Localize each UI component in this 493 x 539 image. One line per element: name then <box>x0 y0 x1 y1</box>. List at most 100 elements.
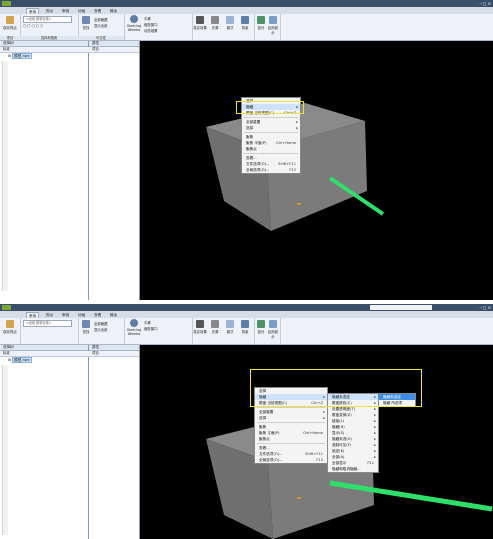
3d-viewport[interactable]: 选择 隐藏 ▸ 覆盖 当前视图(C) Ctrl+Z 全部重置 ▸ 选择 ▸ 聚焦 聚焦 … <box>140 345 493 539</box>
orange-marker <box>297 497 301 499</box>
menu-item-select-sub[interactable]: 选择 ▸ <box>255 415 327 421</box>
steering-wheels-button[interactable]: Steering Wheels <box>125 319 143 336</box>
left-scrollbar[interactable] <box>2 61 8 291</box>
mode-icon <box>226 16 234 24</box>
enable-section-button[interactable]: 启用剖分 <box>267 320 279 339</box>
section-icon <box>257 320 265 328</box>
group-label: 项目 <box>0 36 20 40</box>
group-render: 真实效果 光源 模式 背景 <box>192 318 255 344</box>
save-icon <box>6 320 14 328</box>
background-icon <box>241 320 249 328</box>
section-button[interactable]: 剖分 <box>255 16 267 30</box>
group-navigate: Steering Wheels 平移 缩放窗口 <box>124 318 193 344</box>
hide-all-button[interactable]: 全部隐藏 <box>94 17 108 22</box>
select-tools-row[interactable]: ▢ ▢ ▢ ▢ ▢ <box>23 24 43 28</box>
find-button[interactable]: 查找 <box>80 16 92 30</box>
group-select: <设置 模型标准> ▢ ▢ ▢ ▢ ▢ 选择和搜索 <box>20 14 79 40</box>
selection-tree-panel: 选择树 标准 ⊞ 模型.nwc <box>0 41 91 300</box>
menu-item-select-sub[interactable]: 选择 ▸ <box>242 125 300 131</box>
left-scrollbar[interactable] <box>2 365 8 535</box>
3d-viewport[interactable]: 选择 隐藏 ▸ 覆盖 当前视图(C) Ctrl+Z 全部重置 ▸ 选择 ▸ 聚焦 聚焦 … <box>140 41 493 300</box>
tree-item-model[interactable]: ⊞ 模型.nwc <box>8 53 32 59</box>
window-controls[interactable]: – ▢ ✕ <box>479 1 491 6</box>
find-button[interactable]: 查找 <box>80 320 92 334</box>
lighting-button[interactable]: 光源 <box>208 320 222 334</box>
steering-wheel-icon <box>130 319 138 327</box>
set-dropdown[interactable]: <设置 模型标准> <box>23 320 72 327</box>
figure-icon <box>196 320 204 328</box>
menu-separator <box>244 132 298 133</box>
save-icon <box>6 16 14 24</box>
top-screenshot: – ▢ ✕ 常用 视点 审阅 动画 查看 输出 保存视点 项目 <设置 模型标准… <box>0 0 493 300</box>
orbit-button[interactable]: 动态观察 <box>144 28 158 33</box>
properties-tab[interactable]: 项目 <box>89 351 139 357</box>
section-icon <box>257 16 265 24</box>
background-button[interactable]: 背景 <box>238 320 252 334</box>
group-project: 保存视点 <box>0 318 21 344</box>
save-viewpoint-button[interactable]: 保存视点 <box>3 16 17 30</box>
selection-tree-panel: 选择树 标准 ⊞ 模型.nwc <box>0 345 91 539</box>
hide-all-button[interactable]: 全部隐藏 <box>94 321 108 326</box>
yellow-highlight-box <box>236 101 304 114</box>
menu-separator <box>244 153 298 154</box>
app-menu-button[interactable] <box>2 1 11 6</box>
help-search-input[interactable] <box>370 305 432 310</box>
pan-button[interactable]: 平移 <box>144 320 151 325</box>
mode-icon <box>226 320 234 328</box>
section-plane-icon <box>269 16 277 24</box>
tree-item-model[interactable]: ⊞ 模型.nwc <box>8 357 32 363</box>
group-project: 保存视点 项目 <box>0 14 21 40</box>
group-render: 真实效果 光源 模式 背景 <box>192 14 255 40</box>
yellow-highlight-box <box>250 369 422 407</box>
mode-button[interactable]: 模式 <box>223 16 237 30</box>
properties-tab[interactable]: 项目 <box>89 47 139 53</box>
group-section: 剖分 启用剖分 <box>254 14 281 40</box>
orange-marker <box>297 203 301 205</box>
group-label: 可见性 <box>78 36 124 40</box>
bottom-screenshot: – ▢ ✕ 常用 视点 审阅 动画 查看 输出 保存视点 <设置 模型标准> 查… <box>0 304 493 539</box>
menu-item-global-options[interactable]: 全局选项(O)... F12 <box>242 167 300 173</box>
light-icon <box>211 320 219 328</box>
binoculars-icon <box>82 320 90 328</box>
scene-svg <box>206 103 385 231</box>
background-button[interactable]: 背景 <box>238 16 252 30</box>
group-label: 选择和搜索 <box>20 36 78 40</box>
enable-section-button[interactable]: 启用剖分 <box>267 16 279 35</box>
zoom-window-button[interactable]: 缩放窗口 <box>144 22 158 27</box>
binoculars-icon <box>82 16 90 24</box>
menu-separator <box>257 443 325 444</box>
show-all-button[interactable]: 显示全部 <box>94 23 108 28</box>
app-menu-button[interactable] <box>2 305 11 310</box>
save-viewpoint-button[interactable]: 保存视点 <box>3 320 17 334</box>
lighting-button[interactable]: 光源 <box>208 16 222 30</box>
menu-item-focus-point[interactable]: 聚焦点 <box>255 436 327 442</box>
group-section: 剖分 启用剖分 <box>254 318 281 344</box>
title-bar: – ▢ ✕ <box>0 304 493 311</box>
section-button[interactable]: 剖分 <box>255 320 267 334</box>
background-icon <box>241 16 249 24</box>
show-all-button[interactable]: 显示全部 <box>94 327 108 332</box>
ribbon: 保存视点 项目 <设置 模型标准> ▢ ▢ ▢ ▢ ▢ 选择和搜索 查找 全部隐… <box>0 14 493 41</box>
menu-separator <box>257 422 325 423</box>
ribbon: 保存视点 <设置 模型标准> 查找 全部隐藏 显示全部 Steering Whe… <box>0 318 493 345</box>
properties-panel: 属性 项目 <box>89 345 140 539</box>
group-navigate: Steering Wheels 平移 缩放窗口 动态观察 <box>124 14 193 40</box>
light-icon <box>211 16 219 24</box>
menu-item-global-options[interactable]: 全局选项(O)... F12 <box>255 457 327 463</box>
ribbon-tabs: 常用 视点 审阅 动画 查看 输出 <box>0 311 493 319</box>
figure-icon <box>196 16 204 24</box>
submenu-item-hide-unhide[interactable]: 隐藏和取消隐藏... <box>328 466 378 472</box>
menu-separator <box>257 407 325 408</box>
menu-item-focus-point[interactable]: 聚焦点 <box>242 146 300 152</box>
pan-button[interactable]: 平移 <box>144 16 151 21</box>
realism-button[interactable]: 真实效果 <box>193 320 207 334</box>
group-select: <设置 模型标准> <box>20 318 79 344</box>
steering-wheel-icon <box>130 15 138 23</box>
realism-button[interactable]: 真实效果 <box>193 16 207 30</box>
window-controls[interactable]: – ▢ ✕ <box>479 305 491 310</box>
steering-wheels-button[interactable]: Steering Wheels <box>125 15 143 32</box>
group-visibility: 查找 全部隐藏 显示全部 可见性 <box>78 14 125 40</box>
zoom-window-button[interactable]: 缩放窗口 <box>144 326 158 331</box>
mode-button[interactable]: 模式 <box>223 320 237 334</box>
set-dropdown[interactable]: <设置 模型标准> <box>23 16 72 23</box>
